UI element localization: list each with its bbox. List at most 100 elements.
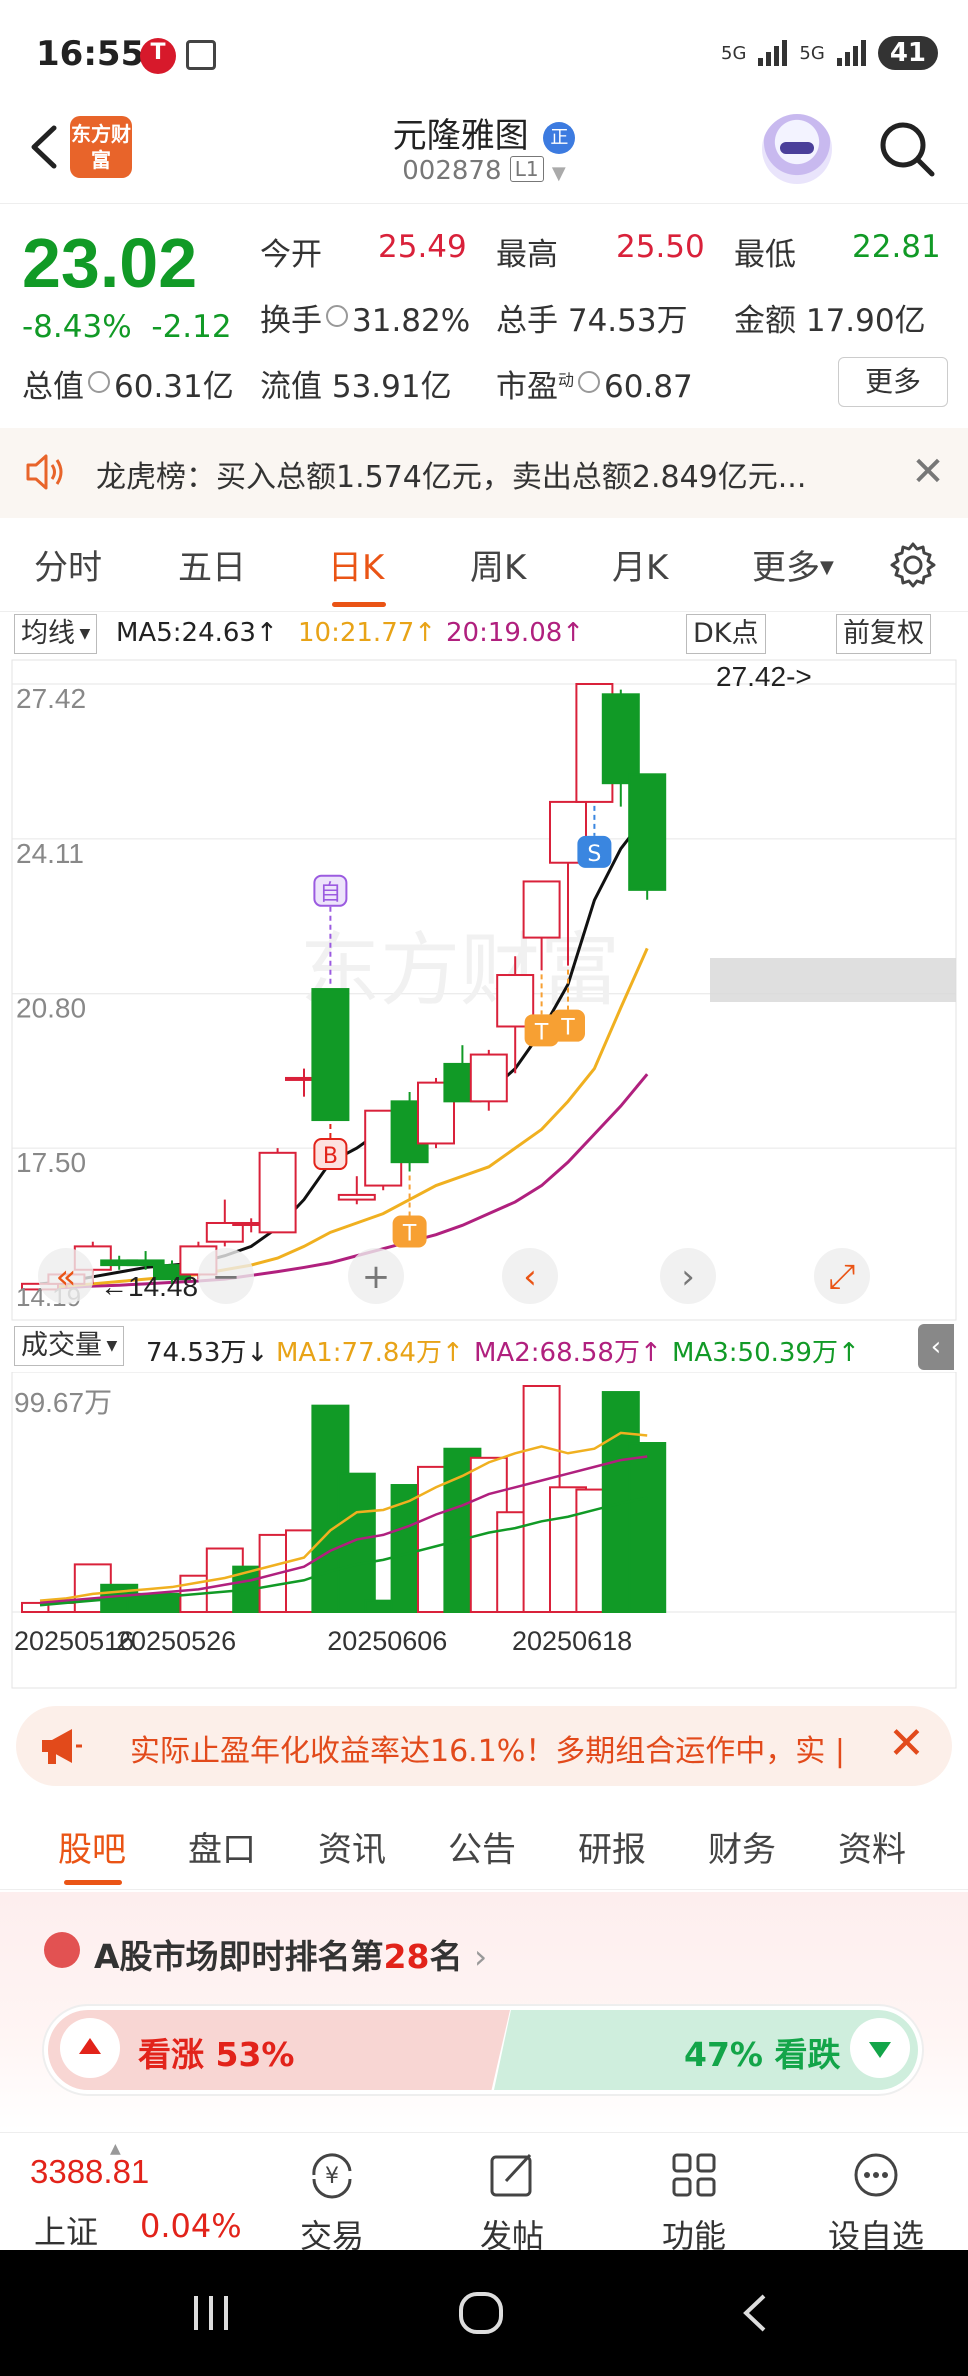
robot-assistant-avatar[interactable] (762, 114, 832, 184)
volume-value: 74.53万 (567, 303, 688, 339)
control-glyph: › (681, 1257, 695, 1297)
active-tab-indicator (64, 1880, 122, 1885)
open-value: 25.49 (378, 229, 467, 265)
low-label: 最低 (734, 237, 796, 273)
speaker-icon (26, 454, 63, 490)
next-icon[interactable]: › (660, 1248, 716, 1304)
tab-pankou[interactable]: 盘口 (188, 1822, 256, 1871)
gear-icon[interactable] (888, 540, 938, 590)
sentiment-vote: 看涨 53% 47% 看跌 (42, 2004, 924, 2096)
candle (628, 773, 667, 900)
volume-row: 总手 74.53万 (496, 295, 688, 340)
home-icon[interactable] (456, 2290, 506, 2336)
pe-label: 市盈 (496, 369, 558, 405)
svg-text:¥: ¥ (325, 2164, 339, 2189)
ranking-prefix: A股市场即时排名第 (94, 1937, 384, 1976)
tab-five-day[interactable]: 五日 (178, 540, 246, 589)
candlestick-chart[interactable]: 27.4224.1120.8017.50东方财富27.42->←14.4814.… (0, 658, 968, 1322)
trade-icon: ¥ (312, 2153, 352, 2199)
stock-name-text: 元隆雅图 (392, 116, 529, 156)
float-label: 流值 (260, 369, 322, 405)
vol-ma3-label: MA3:50.39万↑ (672, 1338, 860, 1368)
tab-intraday[interactable]: 分时 (34, 540, 102, 589)
more-button[interactable]: 更多 (838, 357, 948, 407)
price-change: -8.43% -2.12 (22, 309, 232, 345)
volume-bar (628, 1442, 667, 1613)
x-date-label: 20250526 (116, 1626, 236, 1656)
search-icon[interactable] (876, 118, 938, 180)
tab-news[interactable]: 资讯 (318, 1822, 386, 1871)
zoom-out-icon[interactable]: − (198, 1248, 254, 1304)
prev-icon[interactable]: ‹ (502, 1248, 558, 1304)
ma-selector[interactable]: 均线 ▼ (14, 614, 98, 654)
float-row: 流值 53.91亿 (260, 361, 452, 406)
volume-selector[interactable]: 成交量 ▼ (14, 1326, 125, 1366)
ma-legend-row: 均线 ▼ MA5:24.63↑ 10:21.77↑ 20:19.08↑ DK点 … (0, 612, 968, 658)
marker-orange: T (392, 1215, 427, 1248)
content-tabs: 股吧 盘口 资讯 公告 研报 财务 资料 (0, 1800, 968, 1890)
tab-research[interactable]: 研报 (578, 1822, 646, 1871)
fullscreen-icon[interactable]: ⤢ (814, 1248, 870, 1304)
caret-down-icon: ▼ (102, 1338, 118, 1354)
tab-weekly-k[interactable]: 周K (470, 540, 526, 589)
dragon-tiger-notice[interactable]: 龙虎榜：买入总额1.574亿元，卖出总额2.849亿元... ✕ (0, 428, 968, 518)
back-nav-icon[interactable] (730, 2290, 780, 2336)
amount-value: 17.90亿 (805, 303, 926, 339)
double-left-icon[interactable]: « (38, 1248, 94, 1304)
promo-banner[interactable]: 实际止盈年化收益率达16.1%！多期组合运作中，实 | ✕ (16, 1706, 952, 1786)
tab-finance[interactable]: 财务 (708, 1822, 776, 1871)
tab-monthly-k[interactable]: 月K (612, 540, 668, 589)
control-glyph: + (362, 1257, 391, 1297)
zoom-in-icon[interactable]: + (348, 1248, 404, 1304)
tab-daily-k[interactable]: 日K (328, 540, 384, 589)
turnover-label: 换手 (260, 303, 322, 339)
candle-body (311, 988, 350, 1122)
nav-post[interactable]: 发帖 (452, 2147, 572, 2257)
tab-announcements[interactable]: 公告 (448, 1822, 516, 1871)
min-price-label: ←14.48 (100, 1271, 198, 1302)
arrow-down-icon[interactable] (850, 2018, 910, 2078)
close-icon[interactable]: ✕ (888, 1720, 925, 1768)
info-icon[interactable] (578, 371, 601, 393)
tab-more[interactable]: 更多▼ (752, 540, 834, 589)
caret-down-icon: ▼ (820, 557, 834, 578)
ranking-title[interactable]: A股市场即时排名第28名 › (94, 1930, 487, 1978)
chart-period-tabs: 分时 五日 日K 周K 月K 更多▼ (0, 522, 968, 612)
tab-profile[interactable]: 资料 (838, 1822, 906, 1871)
info-icon[interactable] (88, 371, 110, 393)
candle-body (522, 880, 561, 939)
marker-text: T (534, 1020, 549, 1045)
ranking-number: 28 (383, 1937, 430, 1976)
adjust-button[interactable]: 前复权 (836, 614, 931, 654)
index-widget[interactable]: ▲ 3388.81 上证 0.04% (30, 2141, 242, 2251)
candle-body (337, 1193, 376, 1201)
candle-body (469, 1053, 508, 1103)
control-glyph: « (56, 1257, 77, 1297)
marker-text: T (402, 1222, 417, 1247)
candle (469, 1049, 508, 1111)
signal-icon (758, 40, 788, 66)
close-icon[interactable]: ✕ (910, 452, 946, 492)
y-tick-label: 24.11 (16, 838, 84, 869)
arrow-up-icon[interactable] (60, 2018, 120, 2078)
max-price-label: 27.42-> (716, 661, 812, 692)
nav-functions[interactable]: 功能 (634, 2147, 754, 2257)
candle-body (628, 773, 667, 891)
turnover-row: 换手 31.82% (260, 295, 470, 340)
dk-button[interactable]: DK点 (686, 614, 766, 654)
amount-row: 金额 17.90亿 (734, 295, 926, 340)
bottom-navigation: ▲ 3388.81 上证 0.04% ¥ 交易 发帖 功能 设自选 (0, 2132, 968, 2255)
volume-current: 74.53万↓ (146, 1338, 269, 1368)
recent-apps-icon[interactable] (186, 2290, 236, 2336)
info-icon[interactable] (326, 305, 348, 327)
nav-add-watchlist[interactable]: 设自选 (816, 2147, 936, 2257)
tab-guba[interactable]: 股吧 (58, 1822, 126, 1871)
edit-icon (490, 2153, 532, 2197)
collapse-panel-icon[interactable]: ‹ (918, 1324, 954, 1370)
chevron-down-icon: ▼ (551, 163, 566, 184)
nav-trade[interactable]: ¥ 交易 (272, 2147, 392, 2257)
vol-ma2-label: MA2:68.58万↑ (474, 1338, 662, 1368)
mktcap-value: 60.31亿 (114, 369, 234, 405)
more-dots-icon (854, 2153, 898, 2197)
high-value-wrap: 25.50 (616, 229, 705, 265)
